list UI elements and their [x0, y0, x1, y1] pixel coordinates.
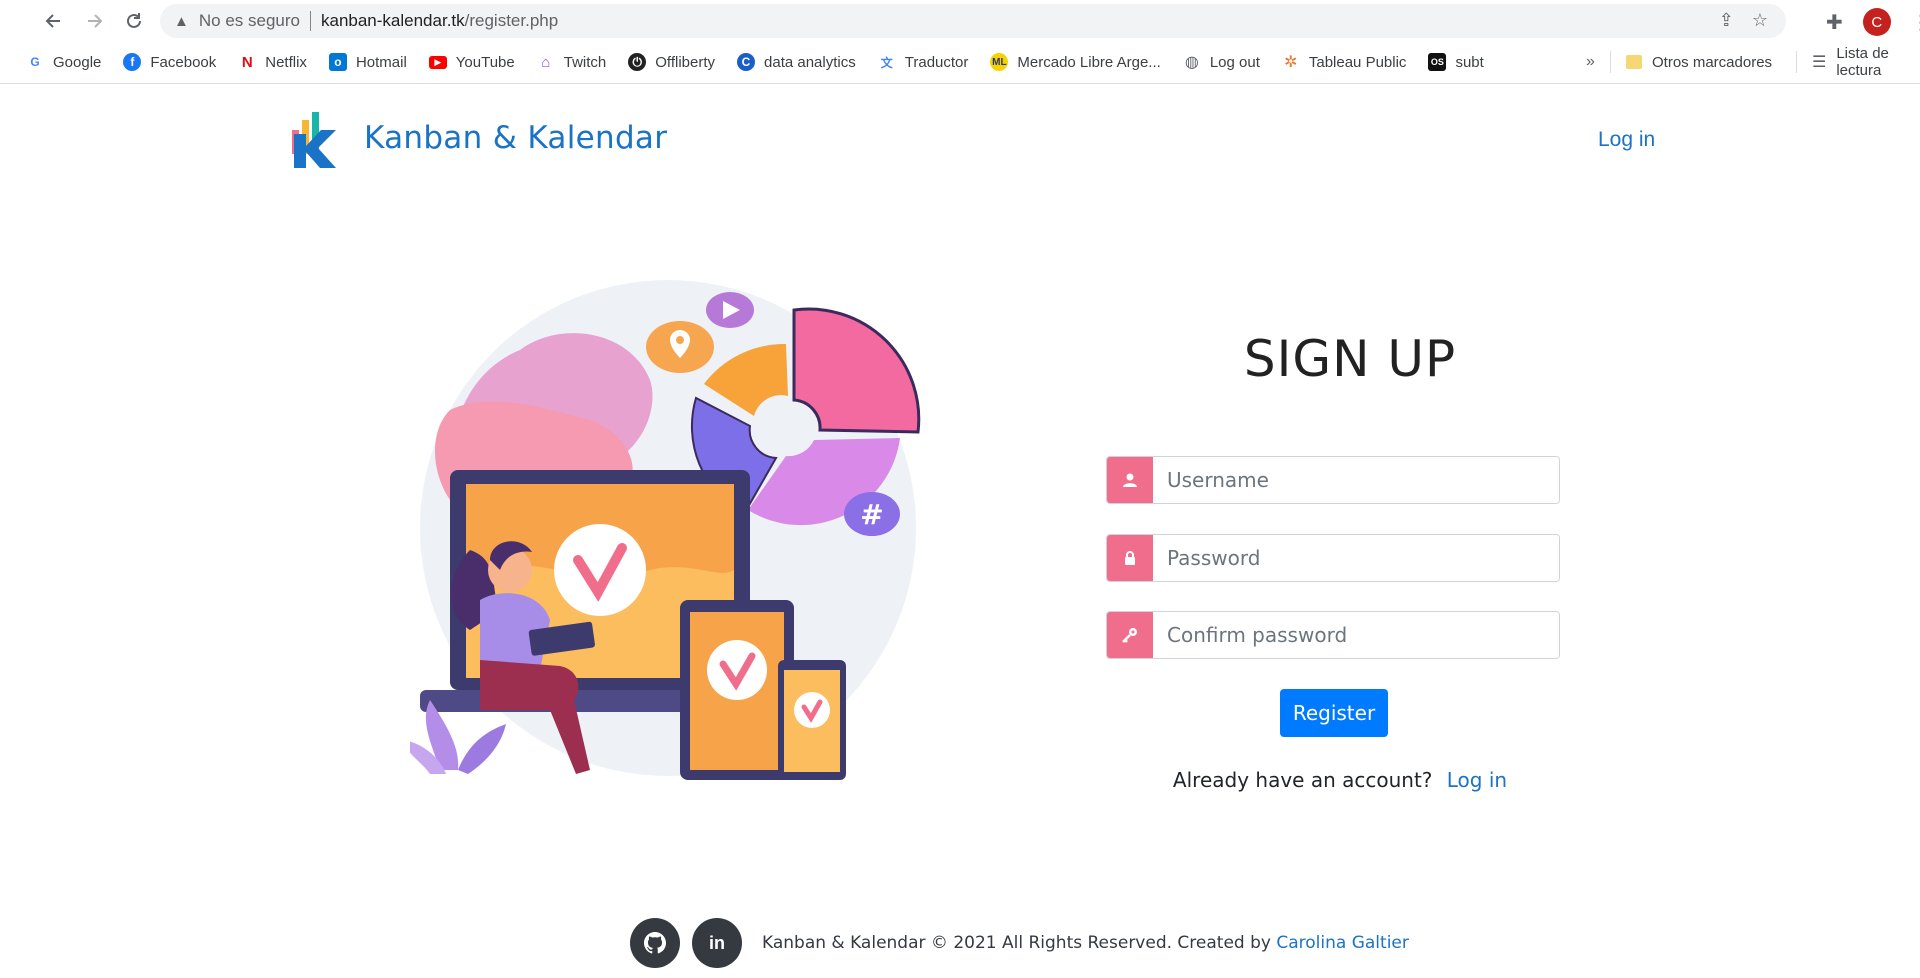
bookmark-logout[interactable]: ◍ Log out — [1183, 53, 1260, 72]
bookmark-facebook[interactable]: f Facebook — [123, 53, 216, 71]
lock-icon — [1107, 535, 1153, 581]
brand-logo-link[interactable]: Kanban & Kalendar — [290, 108, 667, 168]
hero-illustration: # — [404, 270, 930, 790]
power-icon: ⏻ — [628, 53, 647, 71]
browser-toolbar: ▲ No es seguro kanban-kalendar.tk/regist… — [0, 0, 1920, 42]
bookmark-label: YouTube — [455, 53, 515, 71]
address-bar[interactable]: ▲ No es seguro kanban-kalendar.tk/regist… — [160, 4, 1786, 38]
tableau-icon: ✲ — [1284, 54, 1298, 71]
bookmarks-divider — [1610, 51, 1611, 73]
other-bookmarks-label: Otros marcadores — [1652, 53, 1773, 71]
already-account-text: Already have an account? — [1172, 768, 1433, 792]
translate-icon: 文 — [880, 55, 893, 70]
menu-kebab-icon[interactable]: ⋮ — [1911, 10, 1920, 35]
reload-icon — [127, 13, 141, 28]
svg-text:#: # — [860, 498, 883, 531]
bookmark-offliberty[interactable]: ⏻ Offliberty — [628, 53, 715, 71]
bookmark-data-analytics[interactable]: Cdata analytics — [737, 53, 856, 71]
bookmarks-overflow-button[interactable]: » — [1586, 53, 1595, 71]
kanban-kalendar-logo-icon — [292, 112, 336, 168]
back-arrow-icon — [45, 14, 60, 28]
bookmark-label: Netflix — [265, 53, 307, 71]
header-login-link[interactable]: Log in — [1598, 128, 1655, 152]
bookmark-twitch[interactable]: ⌂ Twitch — [537, 53, 607, 71]
author-link[interactable]: Carolina Galtier — [1276, 933, 1409, 953]
user-icon — [1107, 457, 1153, 503]
register-button[interactable]: Register — [1280, 689, 1388, 737]
bookmark-label: Traductor — [904, 53, 969, 71]
bookmark-youtube[interactable]: ▶ YouTube — [428, 53, 515, 71]
site-header: Kanban & Kalendar Log in — [0, 84, 1920, 194]
bookmark-subt[interactable]: OS subt — [1428, 53, 1484, 71]
brand-title: Kanban & Kalendar — [364, 120, 668, 156]
folder-icon — [1626, 55, 1642, 69]
key-icon — [1107, 612, 1153, 658]
toolbar-right: ✚ C ⋮ — [1826, 8, 1920, 36]
bookmark-hotmail[interactable]: o Hotmail — [328, 53, 407, 71]
copyright-text: Kanban & Kalendar © 2021 All Rights Rese… — [762, 933, 1271, 953]
share-icon[interactable]: ⇪ — [1719, 10, 1734, 31]
signup-form: SIGN UP Register Already have an account… — [1100, 330, 1580, 792]
extensions-icon[interactable]: ✚ — [1826, 10, 1843, 35]
site-footer: in Kanban & Kalendar © 2021 All Rights R… — [630, 918, 1409, 968]
footer-copyright: Kanban & Kalendar © 2021 All Rights Rese… — [762, 933, 1409, 953]
star-icon[interactable]: ☆ — [1752, 10, 1768, 31]
bookmark-netflix[interactable]: N Netflix — [238, 53, 307, 71]
github-icon[interactable] — [630, 918, 680, 968]
page-title: SIGN UP — [1243, 330, 1457, 388]
bookmark-label: Tableau Public — [1308, 53, 1407, 71]
linkedin-icon[interactable]: in — [692, 918, 742, 968]
bookmark-label: Mercado Libre Arge... — [1017, 53, 1161, 71]
bookmark-tableau[interactable]: ✲ Tableau Public — [1282, 53, 1407, 72]
profile-avatar[interactable]: C — [1862, 8, 1891, 36]
bookmark-label: Facebook — [150, 53, 217, 71]
youtube-icon: ▶ — [428, 55, 447, 69]
username-field — [1106, 456, 1560, 504]
url-path: /register.php — [464, 11, 559, 30]
outlook-icon: o — [328, 53, 347, 71]
browser-chrome: ▲ No es seguro kanban-kalendar.tk/regist… — [0, 0, 1920, 84]
login-prompt: Already have an account? Log in — [1100, 768, 1580, 792]
other-bookmarks-folder[interactable]: Otros marcadores — [1626, 54, 1772, 71]
bookmark-mercadolibre[interactable]: ML Mercado Libre Arge... — [990, 53, 1161, 71]
forward-arrow-icon — [88, 14, 103, 28]
omnibox-separator — [309, 11, 311, 31]
bookmarks-divider — [1796, 51, 1797, 73]
mercadolibre-icon: ML — [990, 53, 1009, 71]
c-icon: C — [737, 53, 756, 71]
confirm-password-input[interactable] — [1153, 612, 1559, 658]
security-label: No es seguro — [198, 11, 300, 30]
bookmark-label: data analytics — [764, 53, 856, 71]
warning-icon: ▲ — [174, 12, 189, 30]
bookmark-label: Hotmail — [355, 53, 407, 71]
subtitle-icon: OS — [1428, 53, 1447, 71]
forward-button[interactable] — [74, 1, 114, 41]
back-button[interactable] — [34, 1, 74, 41]
username-input[interactable] — [1153, 457, 1559, 503]
bookmark-label: Offliberty — [655, 53, 716, 71]
reload-button[interactable] — [114, 1, 154, 41]
netflix-icon: N — [241, 53, 253, 71]
globe-icon: ◍ — [1184, 54, 1199, 71]
form-login-link[interactable]: Log in — [1447, 768, 1507, 792]
bookmark-label: Google — [53, 53, 102, 71]
password-field — [1106, 534, 1560, 582]
google-icon: G — [30, 55, 40, 69]
reading-list-icon: ☰ — [1812, 54, 1827, 71]
reading-list-button[interactable]: ☰ Lista de lectura — [1812, 45, 1920, 79]
twitch-icon: ⌂ — [541, 53, 551, 71]
bookmark-google[interactable]: G Google — [26, 53, 101, 71]
bookmark-traductor[interactable]: 文 Traductor — [878, 53, 969, 71]
facebook-icon: f — [123, 53, 142, 71]
url-host: kanban-kalendar.tk — [320, 11, 465, 30]
bookmarks-bar: G Google f Facebook N Netflix o Hotmail ▶ You… — [26, 42, 1920, 82]
bookmark-label: Twitch — [563, 53, 607, 71]
bookmark-label: subt — [1455, 53, 1484, 71]
devices-illustration: # — [404, 280, 921, 780]
bookmark-label: Log out — [1209, 53, 1260, 71]
omnibox-actions: ⇪ ☆ — [1719, 10, 1768, 31]
reading-list-label: Lista de lectura — [1836, 45, 1889, 79]
password-input[interactable] — [1153, 535, 1559, 581]
confirm-password-field — [1106, 611, 1560, 659]
